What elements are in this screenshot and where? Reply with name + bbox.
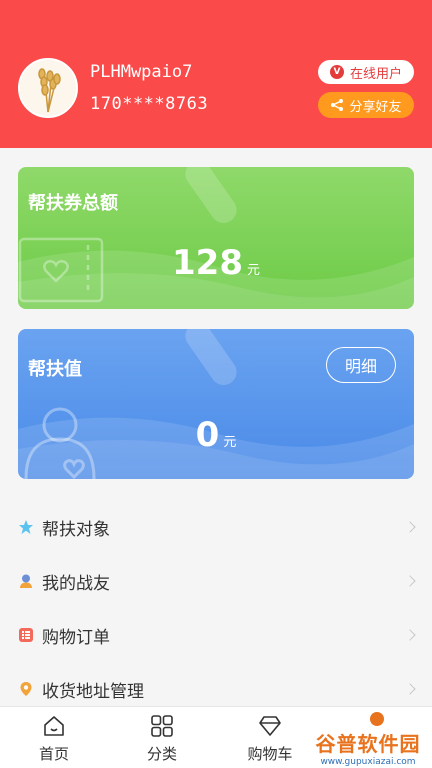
grid-icon [149, 713, 175, 739]
wheat-icon [20, 60, 76, 116]
v-badge-icon: V [329, 65, 344, 79]
menu-item-label: 收货地址管理 [42, 681, 144, 702]
diamond-icon [257, 713, 283, 739]
support-amount: 0 [195, 415, 220, 455]
phone-number: 170****8763 [90, 94, 209, 114]
share-friends-label: 分享好友 [349, 99, 402, 115]
chevron-right-icon [404, 575, 416, 587]
share-friends-button[interactable]: 分享好友 [318, 92, 414, 118]
online-user-badge[interactable]: V 在线用户 [318, 60, 414, 84]
tab-label: 分类 [146, 745, 177, 763]
watermark: 谷普软件园 www.gupuxiazai.com [304, 726, 432, 768]
voucher-amount: 128 [172, 243, 243, 283]
order-list-icon [18, 627, 34, 643]
tab-label: 首页 [38, 745, 69, 763]
support-value-amount-row: 0元 [18, 415, 414, 455]
voucher-total-title: 帮扶券总额 [28, 193, 118, 214]
menu-list: 帮扶对象 我的战友 购物订单 收货地址管理 [0, 500, 432, 716]
username: PLHMwpaio7 [90, 62, 193, 82]
profile-header: PLHMwpaio7 170****8763 V 在线用户 分享好友 [0, 0, 432, 148]
location-pin-icon [18, 681, 34, 697]
chevron-right-icon [404, 629, 416, 641]
voucher-unit: 元 [246, 263, 260, 278]
voucher-total-card[interactable]: 帮扶券总额 128 元 [18, 167, 414, 309]
share-icon [331, 99, 344, 111]
support-unit: 元 [223, 435, 237, 450]
star-icon [18, 519, 34, 535]
watermark-url: www.gupuxiazai.com [320, 756, 416, 767]
tab-home[interactable]: 首页 [0, 707, 108, 768]
menu-item-label: 帮扶对象 [42, 519, 110, 540]
menu-item-my-comrades[interactable]: 我的战友 [0, 554, 432, 608]
support-value-title: 帮扶值 [28, 359, 82, 380]
menu-item-label: 购物订单 [42, 627, 110, 648]
chevron-right-icon [404, 521, 416, 533]
menu-item-support-targets[interactable]: 帮扶对象 [0, 500, 432, 554]
avatar[interactable] [18, 58, 78, 118]
menu-item-label: 我的战友 [42, 573, 110, 594]
profile-tab-dot-icon [370, 712, 384, 726]
detail-button[interactable]: 明细 [326, 347, 396, 383]
watermark-text: 谷普软件园 [315, 731, 421, 756]
chevron-right-icon [404, 683, 416, 695]
tab-label: 购物车 [247, 745, 293, 763]
tab-category[interactable]: 分类 [108, 707, 216, 768]
menu-item-shopping-orders[interactable]: 购物订单 [0, 608, 432, 662]
online-user-label: 在线用户 [349, 66, 402, 82]
person-icon [18, 573, 34, 589]
home-icon [41, 713, 67, 739]
voucher-total-value: 128 元 [18, 243, 414, 283]
support-value-card[interactable]: 帮扶值 明细 0元 [18, 329, 414, 479]
